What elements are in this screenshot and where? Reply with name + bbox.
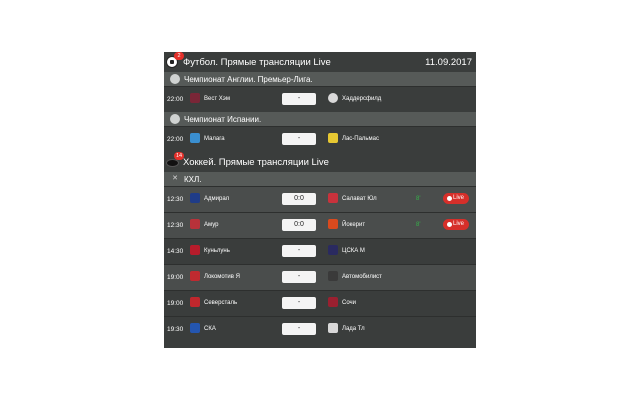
match-row[interactable]: 19:00 Северсталь - Сочи: [164, 290, 476, 316]
home-team-name: Куньлунь: [204, 248, 230, 254]
football-section-header[interactable]: 2 Футбол. Прямые трансляции Live 11.09.2…: [164, 52, 476, 72]
home-team-logo-icon: [190, 219, 200, 229]
hockey-puck-icon: 14: [166, 152, 184, 169]
league-name: КХЛ.: [184, 174, 202, 184]
home-team-name: Вест Хэм: [204, 96, 230, 102]
match-row[interactable]: 12:30 Адмирал 0:0 Салават Юл 8' Live: [164, 186, 476, 212]
khl-league-icon: ✕: [172, 175, 178, 182]
match-score[interactable]: -: [282, 245, 316, 257]
away-team-logo-icon: [328, 245, 338, 255]
live-button[interactable]: Live: [443, 219, 469, 230]
away-team-logo-icon: [328, 93, 338, 103]
live-button[interactable]: Live: [443, 193, 469, 204]
match-score[interactable]: -: [282, 93, 316, 105]
football-section-title: Футбол. Прямые трансляции Live: [183, 56, 331, 68]
away-team-logo-icon: [328, 297, 338, 307]
home-team-logo-icon: [190, 297, 200, 307]
epl-league-icon: [170, 74, 180, 84]
match-row[interactable]: 19:30 СКА - Лада Тл: [164, 316, 476, 342]
away-team-logo-icon: [328, 271, 338, 281]
hockey-section-title: Хоккей. Прямые трансляции Live: [183, 156, 329, 168]
match-score[interactable]: -: [282, 133, 316, 145]
league-header-laliga[interactable]: Чемпионат Испании.: [164, 112, 476, 126]
football-live-count-badge: 2: [174, 52, 184, 60]
hockey-live-count-badge: 14: [174, 152, 184, 160]
home-team-logo-icon: [190, 93, 200, 103]
match-score[interactable]: -: [282, 297, 316, 309]
match-score[interactable]: -: [282, 271, 316, 283]
away-team-name: ЦСКА М: [342, 248, 365, 254]
away-team-name: Лас-Пальмас: [342, 136, 380, 142]
away-team-name: Хаддерсфилд: [342, 96, 382, 102]
home-team-name: Северсталь: [204, 300, 238, 306]
home-team-name: Амур: [204, 222, 219, 228]
home-team-name: Малага: [204, 136, 225, 142]
home-team-logo-icon: [190, 193, 200, 203]
home-team-logo-icon: [190, 323, 200, 333]
away-team-name: Салават Юл: [342, 196, 377, 202]
hockey-section-header[interactable]: 14 Хоккей. Прямые трансляции Live: [164, 152, 476, 172]
home-team-logo-icon: [190, 133, 200, 143]
league-name: Чемпионат Испании.: [184, 114, 262, 124]
live-broadcast-widget: 2 Футбол. Прямые трансляции Live 11.09.2…: [164, 52, 476, 348]
match-time: 14:30: [167, 248, 184, 255]
broadcast-date: 11.09.2017: [425, 56, 472, 68]
away-team-logo-icon: [328, 323, 338, 333]
match-time: 12:30: [167, 222, 184, 229]
away-team-name: Лада Тл: [342, 326, 365, 332]
laliga-league-icon: [170, 114, 180, 124]
match-score[interactable]: -: [282, 323, 316, 335]
match-score[interactable]: 0:0: [282, 193, 316, 205]
match-row[interactable]: 22:00 Малага - Лас-Пальмас: [164, 126, 476, 152]
match-time: 19:00: [167, 300, 184, 307]
match-time: 12:30: [167, 196, 184, 203]
away-team-logo-icon: [328, 193, 338, 203]
home-team-name: Адмирал: [204, 196, 230, 202]
match-row[interactable]: 12:30 Амур 0:0 Йокерит 8' Live: [164, 212, 476, 238]
match-score[interactable]: 0:0: [282, 219, 316, 231]
away-team-name: Автомобилист: [342, 274, 382, 280]
home-team-logo-icon: [190, 271, 200, 281]
match-row[interactable]: 22:00 Вест Хэм - Хаддерсфилд: [164, 86, 476, 112]
match-minute: 8': [416, 222, 421, 228]
match-time: 19:00: [167, 274, 184, 281]
away-team-logo-icon: [328, 133, 338, 143]
match-row[interactable]: 19:00 Локомотив Я - Автомобилист: [164, 264, 476, 290]
football-icon: 2: [166, 52, 184, 69]
league-header-epl[interactable]: Чемпионат Англии. Премьер-Лига.: [164, 72, 476, 86]
league-header-khl[interactable]: ✕ КХЛ.: [164, 172, 476, 186]
away-team-name: Сочи: [342, 300, 357, 306]
away-team-name: Йокерит: [342, 222, 366, 228]
match-time: 22:00: [167, 136, 184, 143]
home-team-name: СКА: [204, 326, 216, 332]
match-time: 19:30: [167, 326, 184, 333]
home-team-logo-icon: [190, 245, 200, 255]
home-team-name: Локомотив Я: [204, 274, 240, 280]
match-minute: 8': [416, 196, 421, 202]
match-time: 22:00: [167, 96, 184, 103]
match-row[interactable]: 14:30 Куньлунь - ЦСКА М: [164, 238, 476, 264]
away-team-logo-icon: [328, 219, 338, 229]
league-name: Чемпионат Англии. Премьер-Лига.: [184, 74, 313, 84]
